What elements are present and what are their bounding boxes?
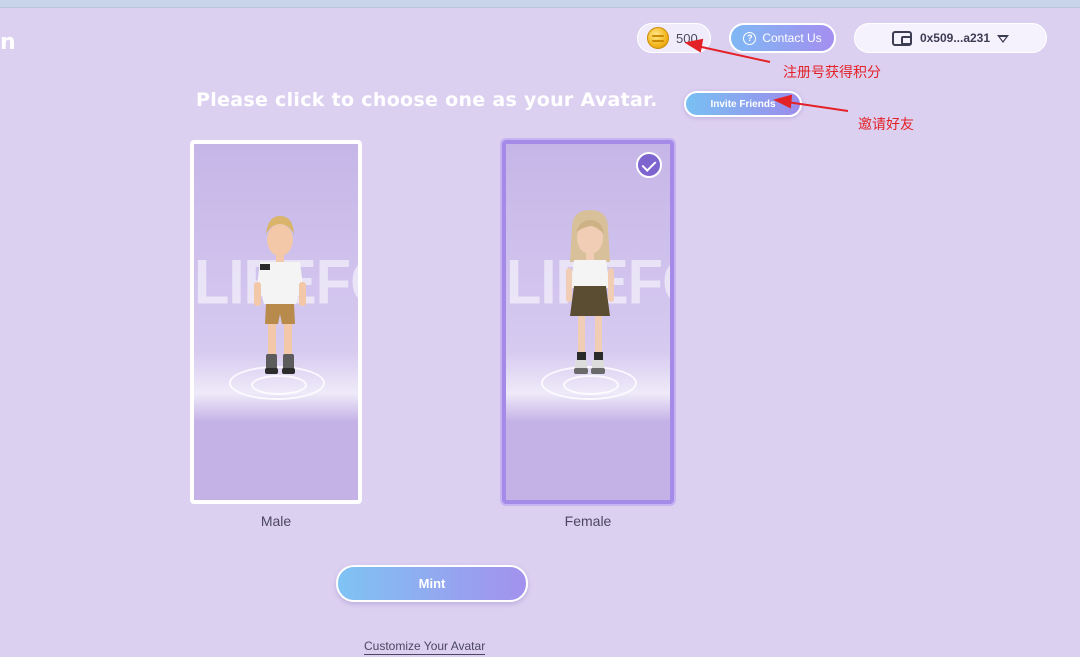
annotation-points-note: 注册号获得积分: [783, 65, 881, 81]
logo-fragment: n: [0, 30, 17, 55]
wallet-icon: [891, 30, 912, 46]
points-badge: 500: [637, 23, 711, 53]
avatar-label-male: Male: [260, 513, 292, 529]
wallet-address: 0x509...a231: [919, 31, 991, 45]
invite-friends-button[interactable]: Invite Friends: [684, 91, 802, 117]
male-avatar-figure: [254, 216, 306, 374]
contact-us-label: Contact Us: [762, 31, 822, 45]
mint-button[interactable]: Mint: [336, 565, 528, 602]
avatar-label-female: Female: [564, 513, 612, 529]
avatar-card-female[interactable]: LIFEFORM: [502, 140, 674, 504]
page-heading: Please click to choose one as your Avata…: [196, 89, 658, 111]
wallet-dropdown[interactable]: 0x509...a231: [854, 23, 1047, 53]
points-value: 500: [676, 30, 698, 46]
female-avatar-figure: [566, 210, 614, 374]
customize-avatar-link[interactable]: Customize Your Avatar: [364, 639, 486, 655]
question-circle-icon: ?: [743, 31, 757, 45]
caret-down-icon: [997, 35, 1010, 43]
contact-us-button[interactable]: ? Contact Us: [729, 23, 836, 53]
coin-icon: [647, 27, 669, 49]
avatar-card-male[interactable]: LIFEFORM: [190, 140, 362, 504]
annotation-invite-note: 邀请好友: [858, 117, 914, 133]
browser-top-strip: [0, 0, 1080, 8]
